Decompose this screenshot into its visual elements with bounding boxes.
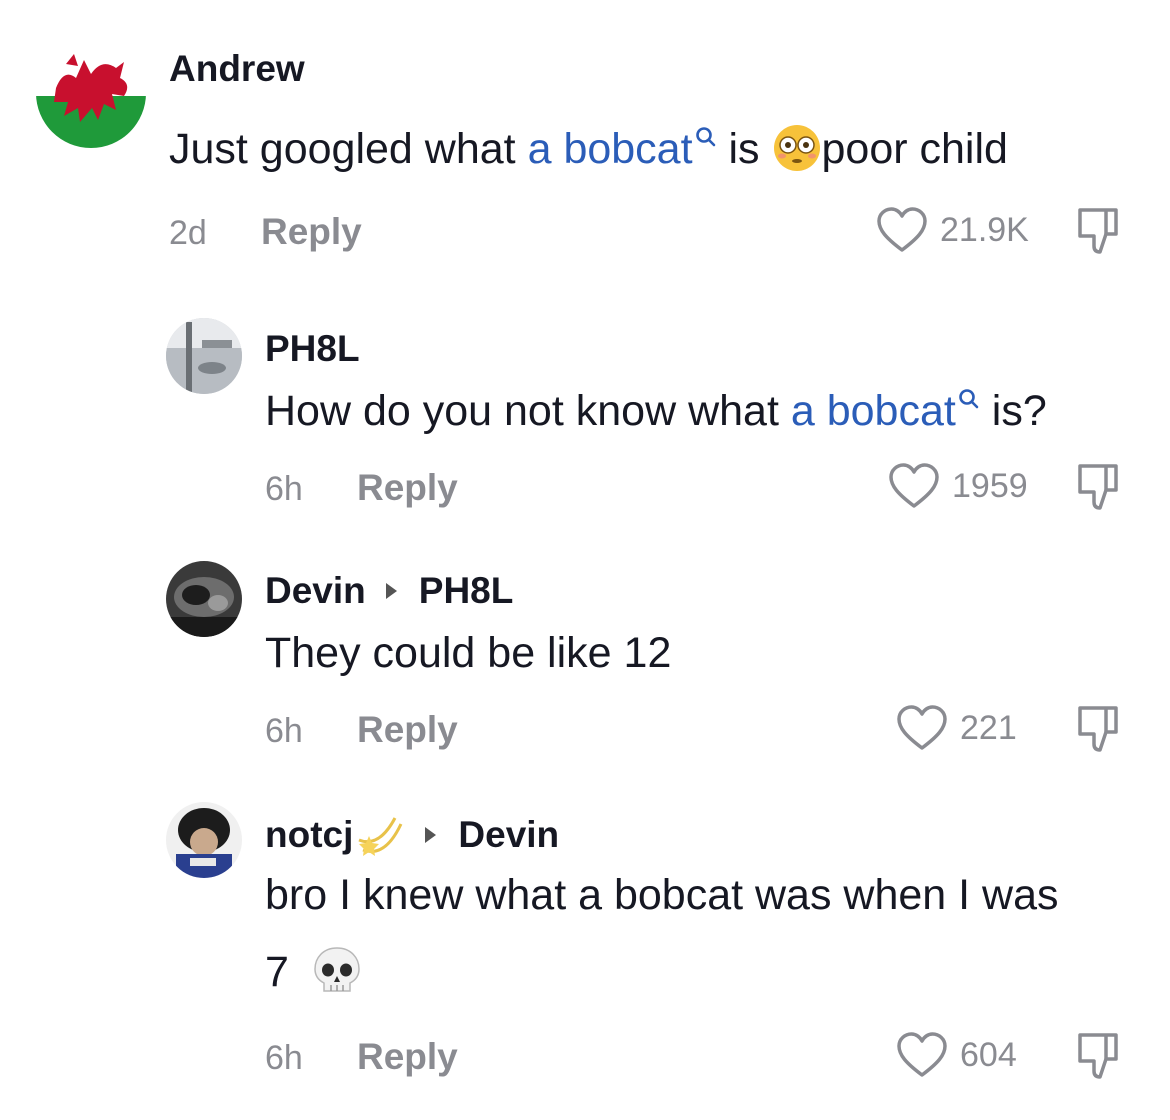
reply-button[interactable]: Reply xyxy=(357,467,458,509)
comment-time: 2d xyxy=(169,214,207,252)
heart-icon xyxy=(877,207,927,252)
flushed-face-icon xyxy=(773,124,820,171)
reply-arrow-icon xyxy=(385,583,397,599)
comment-text: They could be like 12 xyxy=(265,629,672,677)
dislike-icon[interactable] xyxy=(1076,704,1124,756)
dislike-icon[interactable] xyxy=(1076,206,1124,258)
avatar-photo xyxy=(166,802,242,878)
like-button[interactable]: 21.9K xyxy=(876,206,1029,254)
like-button[interactable]: 604 xyxy=(896,1031,1017,1079)
username[interactable]: Andrew xyxy=(169,48,305,90)
username[interactable]: PH8L xyxy=(265,328,360,370)
comment-text: How do you not know what a bobcat is? xyxy=(265,387,1047,435)
dislike-icon[interactable] xyxy=(1076,1031,1124,1083)
reply-button[interactable]: Reply xyxy=(357,709,458,751)
search-link[interactable]: a bobcat xyxy=(791,387,980,435)
comment-time: 6h xyxy=(265,1039,303,1077)
dislike-icon[interactable] xyxy=(1076,462,1124,514)
search-icon xyxy=(959,388,979,408)
search-icon xyxy=(695,126,715,146)
reply-to-username[interactable]: Devin xyxy=(458,814,559,856)
heart-icon xyxy=(897,1032,947,1077)
heart-icon xyxy=(889,463,939,508)
avatar-photo xyxy=(166,318,242,394)
welsh-flag-icon xyxy=(36,38,146,148)
reply-arrow-icon xyxy=(425,827,437,843)
skull-icon xyxy=(314,946,360,992)
reply-button[interactable]: Reply xyxy=(357,1036,458,1078)
heart-icon xyxy=(897,705,947,750)
reply-to-username[interactable]: PH8L xyxy=(419,570,514,612)
like-button[interactable]: 1959 xyxy=(888,462,1028,510)
like-button[interactable]: 221 xyxy=(896,704,1017,752)
like-count: 221 xyxy=(960,708,1017,747)
avatar[interactable] xyxy=(166,561,242,637)
avatar[interactable] xyxy=(166,802,242,878)
like-count: 1959 xyxy=(952,466,1028,505)
avatar[interactable] xyxy=(166,318,242,394)
search-link[interactable]: a bobcat xyxy=(528,125,717,173)
comment-text-line-2: 7 xyxy=(265,946,363,999)
username[interactable]: Devin PH8L xyxy=(265,570,513,612)
username[interactable]: notcj Devin xyxy=(265,812,559,858)
avatar[interactable] xyxy=(36,38,146,148)
like-count: 604 xyxy=(960,1035,1017,1074)
reply-button[interactable]: Reply xyxy=(261,211,362,253)
comment-time: 6h xyxy=(265,470,303,508)
avatar-photo xyxy=(166,561,242,637)
comment-text: Just googled what a bobcat is poor child xyxy=(169,124,1008,174)
comment-text-line-1: bro I knew what a bobcat was when I was xyxy=(265,871,1059,919)
like-count: 21.9K xyxy=(940,210,1029,249)
shooting-star-icon xyxy=(358,817,403,856)
comment-time: 6h xyxy=(265,712,303,750)
